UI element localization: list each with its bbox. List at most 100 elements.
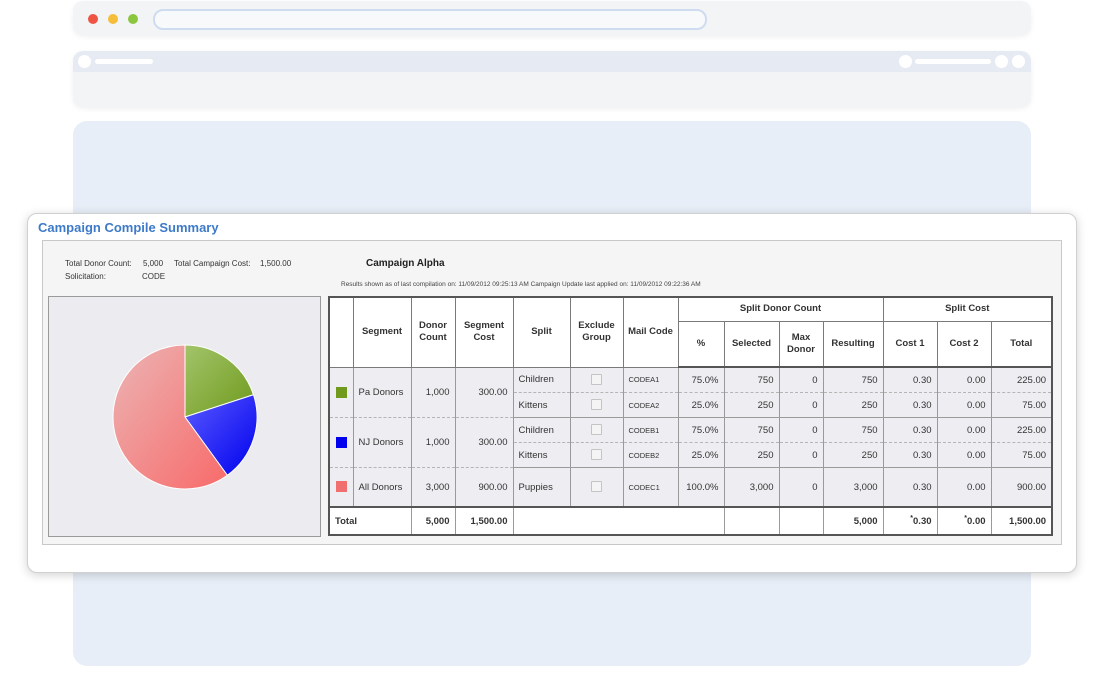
selected-count: 3,000 (723, 467, 780, 508)
close-window-icon[interactable] (88, 14, 98, 24)
table-row: All Donors 3,000 900.00 Puppies CODEC1 1… (328, 467, 1053, 508)
table-row: Pa Donors 1,000 300.00 Children CODEA1 7… (328, 366, 1053, 418)
minimize-window-icon[interactable] (108, 14, 118, 24)
total-campaign-cost-value: 1,500.00 (260, 259, 292, 268)
toolbar-circle-icon[interactable] (78, 55, 91, 68)
header-mail-code[interactable]: Mail Code (622, 296, 679, 368)
app-toolbar (73, 51, 1031, 107)
split-name: Children (512, 417, 571, 443)
donor-count: 1,000 (410, 417, 456, 468)
split-percent: 25.0% (677, 392, 725, 418)
header-split[interactable]: Split (512, 296, 571, 368)
totals-empty-cell (778, 506, 824, 536)
segment-cost: 900.00 (454, 467, 514, 508)
header-cost2[interactable]: Cost 2 (936, 320, 992, 368)
header-segment[interactable]: Segment (352, 296, 412, 368)
total-cost1-cell: *0.30 (882, 506, 938, 536)
split-total: 225.00 (990, 366, 1053, 393)
header-split-cost: Split Cost (882, 296, 1053, 322)
cost2: 0.00 (936, 392, 992, 418)
table-row: NJ Donors 1,000 300.00 Children CODEB1 7… (328, 417, 1053, 468)
mail-code: CODEA1 (622, 366, 679, 393)
total-segment-cost: 1,500.00 (454, 506, 514, 536)
cost2: 0.00 (936, 417, 992, 443)
segment-cost: 300.00 (454, 417, 514, 468)
total-cost2: 0.00 (967, 516, 986, 528)
pa-donors-swatch (335, 386, 347, 398)
solicitation-label: Solicitation: (65, 272, 106, 281)
exclude-group-checkbox[interactable] (591, 399, 602, 411)
toolbar-placeholder (95, 59, 153, 64)
split-name: Puppies (512, 467, 571, 508)
campaign-name: Campaign Alpha (366, 258, 445, 269)
segment-cost: 300.00 (454, 366, 514, 418)
header-exclude-group[interactable]: Exclude Group (569, 296, 624, 368)
cost2: 0.00 (936, 442, 992, 468)
max-donor: 0 (778, 467, 824, 508)
donor-count: 3,000 (410, 467, 456, 508)
resulting-count: 250 (822, 392, 884, 418)
color-column-header (328, 296, 354, 368)
maximize-window-icon[interactable] (128, 14, 138, 24)
campaign-summary-table: Segment Donor Count Segment Cost Split E… (328, 296, 1054, 536)
totals-label: Total (328, 506, 412, 536)
total-resulting: 5,000 (822, 506, 884, 536)
total-donor-count-label: Total Donor Count: (65, 259, 132, 268)
exclude-group-cell (569, 417, 624, 443)
cost2: 0.00 (936, 467, 992, 508)
mail-code: CODEB2 (622, 442, 679, 468)
solicitation-value: CODE (142, 272, 166, 281)
segment-name: Pa Donors (352, 366, 412, 418)
toolbar-circle-icon[interactable] (899, 55, 912, 68)
donor-count: 1,000 (410, 366, 456, 418)
total-cost1: 0.30 (913, 516, 932, 528)
cost1: 0.30 (882, 442, 938, 468)
exclude-group-cell (569, 442, 624, 468)
selected-count: 750 (723, 366, 780, 393)
header-selected[interactable]: Selected (723, 320, 780, 368)
mail-code: CODEC1 (622, 467, 679, 508)
toolbar-circle-icon[interactable] (1012, 55, 1025, 68)
header-resulting[interactable]: Resulting (822, 320, 884, 368)
donor-pie-chart (48, 296, 321, 537)
exclude-group-checkbox[interactable] (591, 374, 602, 386)
address-bar[interactable] (153, 9, 707, 30)
toolbar-circle-icon[interactable] (995, 55, 1008, 68)
totals-empty-cell (512, 506, 725, 536)
selected-count: 250 (723, 442, 780, 468)
exclude-group-checkbox[interactable] (591, 481, 602, 493)
segment-name: All Donors (352, 467, 412, 508)
split-percent: 75.0% (677, 417, 725, 443)
split-percent: 100.0% (677, 467, 725, 508)
split-total: 225.00 (990, 417, 1053, 443)
segment-color-cell (328, 467, 354, 508)
all-donors-swatch (335, 481, 347, 493)
header-donor-count[interactable]: Donor Count (410, 296, 456, 368)
campaign-compile-summary-card: Campaign Compile Summary Total Donor Cou… (27, 213, 1077, 573)
exclude-group-cell (569, 366, 624, 393)
header-percent[interactable]: % (677, 320, 725, 368)
nj-donors-swatch (335, 436, 347, 448)
segment-color-cell (328, 417, 354, 468)
resulting-count: 3,000 (822, 467, 884, 508)
header-max-donor[interactable]: Max Donor (778, 320, 824, 368)
browser-bar (73, 1, 1031, 35)
compilation-info: Results shown as of last compilation on:… (341, 281, 701, 288)
cost1: 0.30 (882, 467, 938, 508)
split-total: 75.00 (990, 392, 1053, 418)
header-segment-cost[interactable]: Segment Cost (454, 296, 514, 368)
resulting-count: 750 (822, 417, 884, 443)
segment-name: NJ Donors (352, 417, 412, 468)
toolbar-placeholder (915, 59, 991, 64)
exclude-group-checkbox[interactable] (591, 424, 602, 436)
resulting-count: 250 (822, 442, 884, 468)
header-cost1[interactable]: Cost 1 (882, 320, 938, 368)
selected-count: 750 (723, 417, 780, 443)
max-donor: 0 (778, 417, 824, 443)
selected-count: 250 (723, 392, 780, 418)
header-total[interactable]: Total (990, 320, 1053, 368)
exclude-group-checkbox[interactable] (591, 449, 602, 461)
max-donor: 0 (778, 392, 824, 418)
segment-color-cell (328, 366, 354, 418)
cost1: 0.30 (882, 392, 938, 418)
